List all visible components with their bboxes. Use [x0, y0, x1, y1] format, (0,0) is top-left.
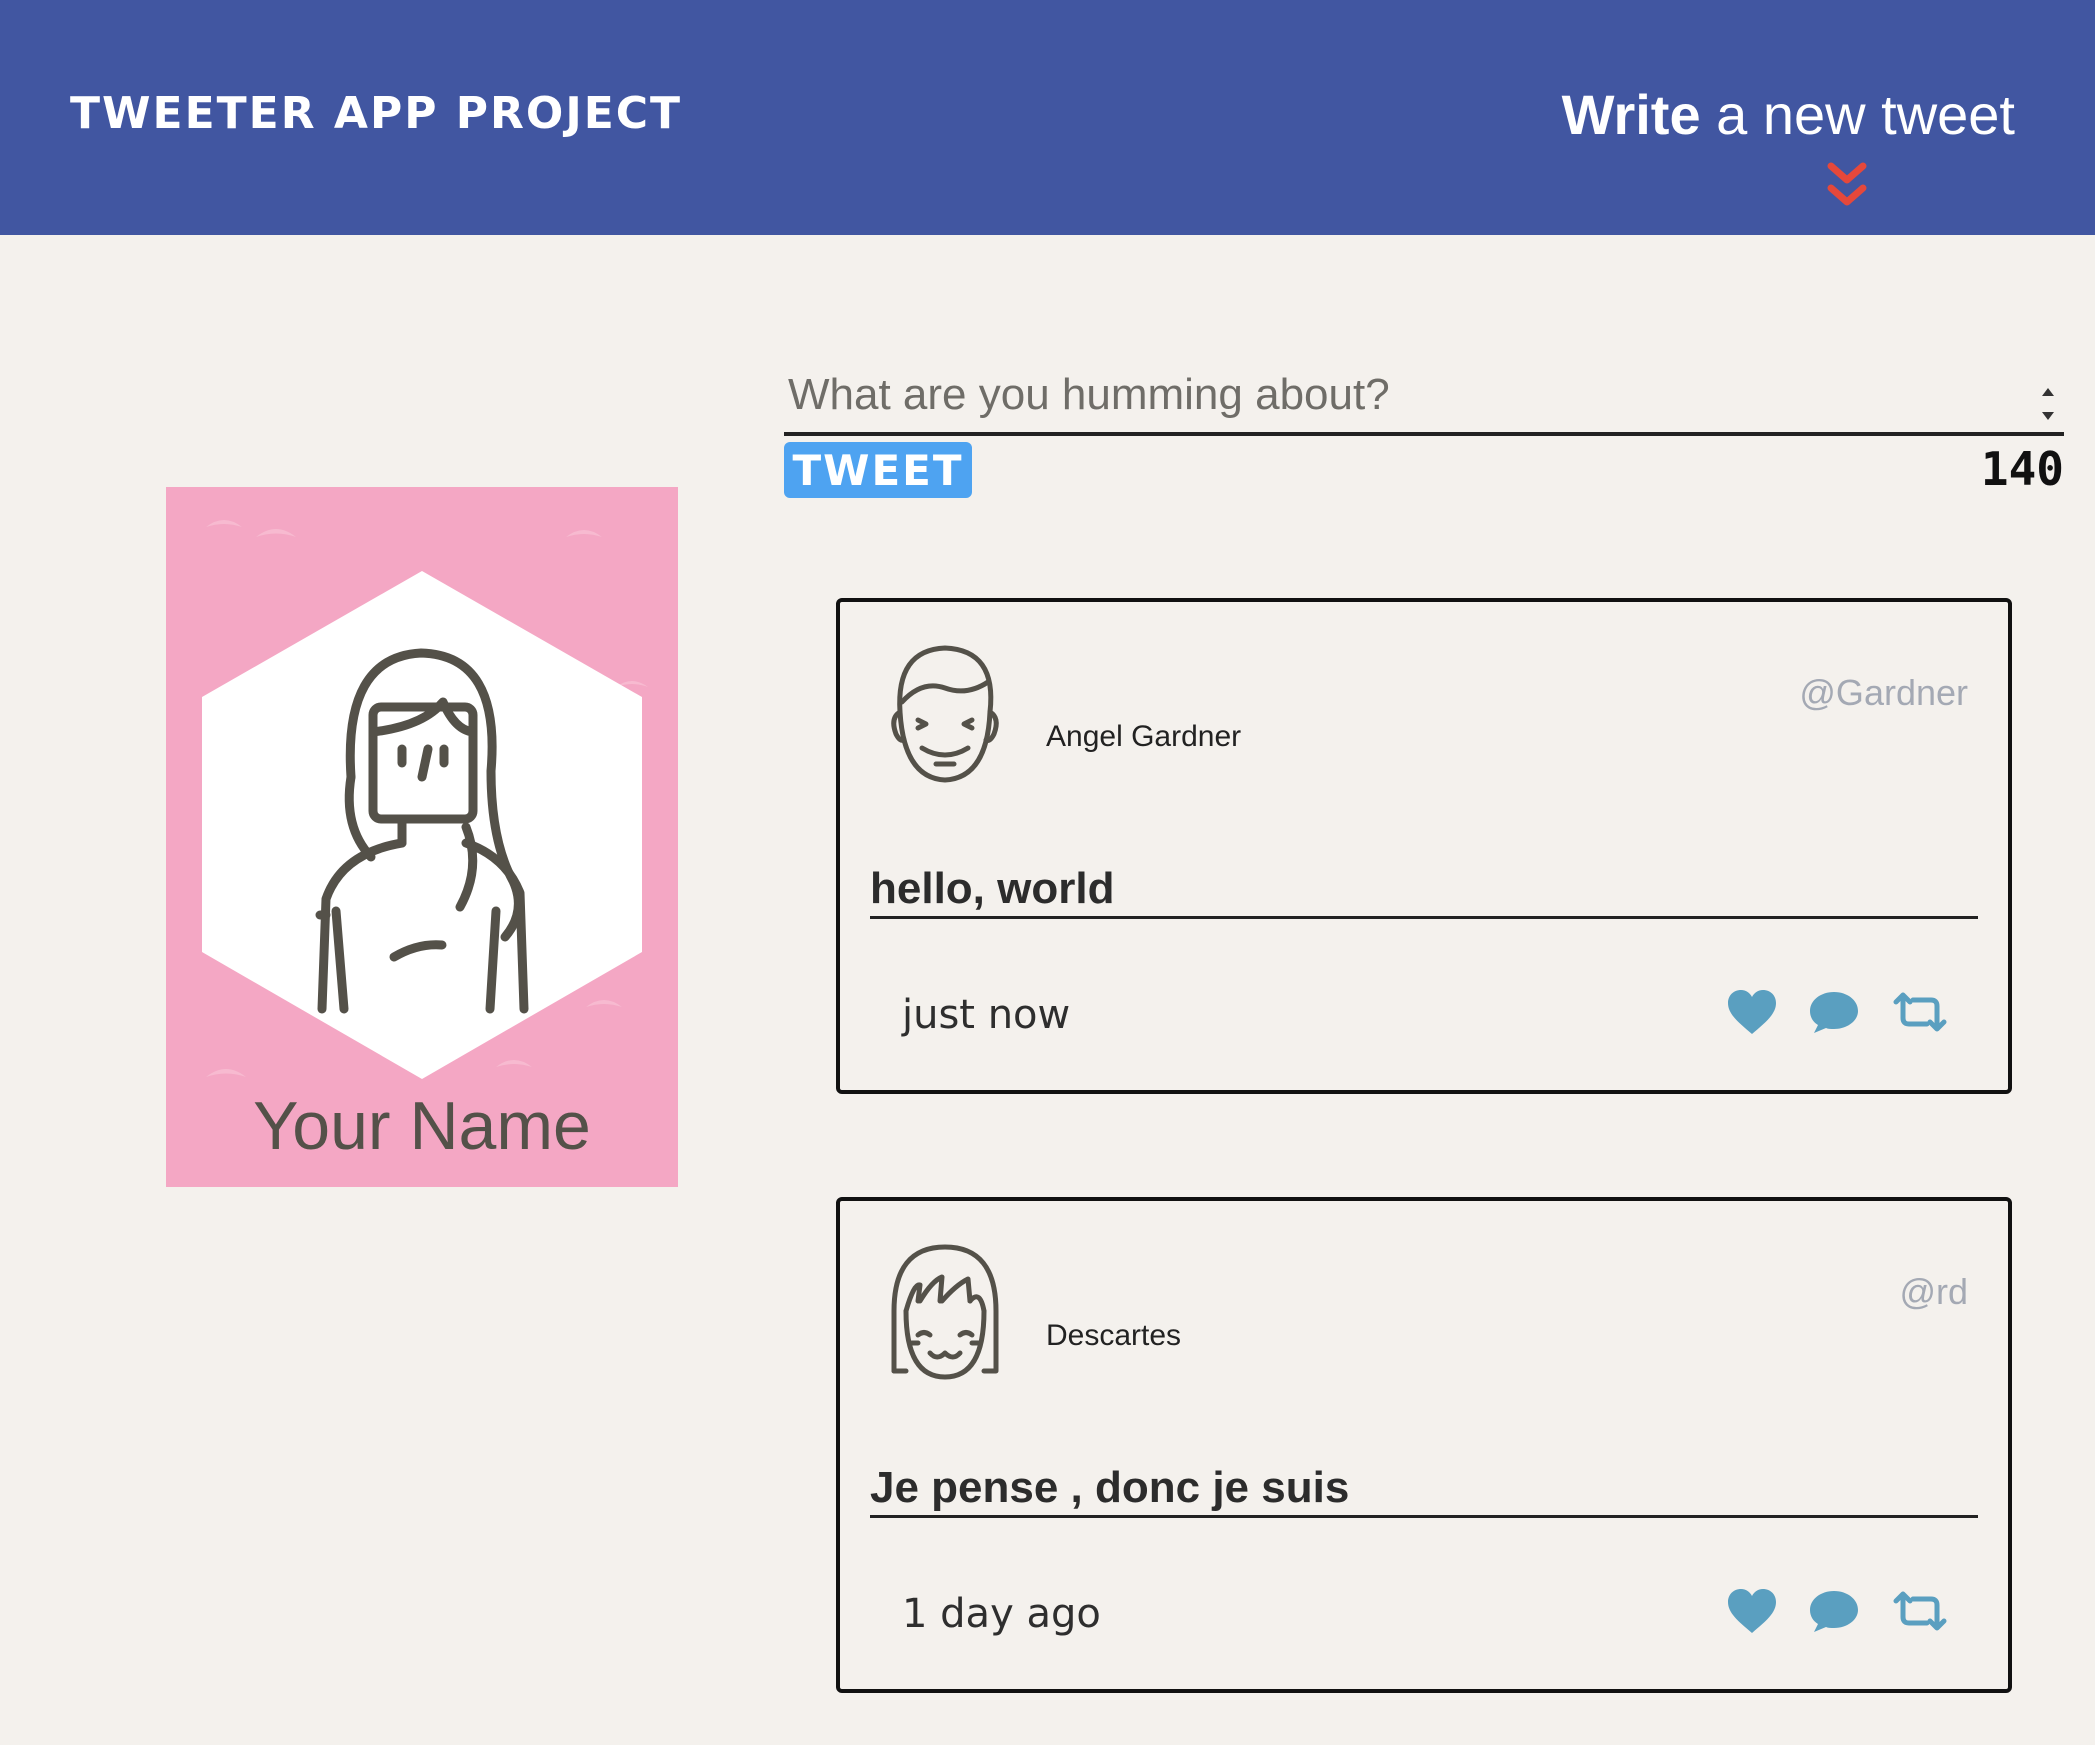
profile-illustration — [202, 520, 648, 1079]
profile-name: Your Name — [253, 1088, 591, 1164]
write-new-tweet-toggle[interactable]: Write a new tweet — [1562, 82, 2015, 147]
tweet-card: Descartes @rd Je pense , donc je suis 1 … — [836, 1197, 2012, 1693]
tweet-timestamp: 1 day ago — [902, 1591, 1101, 1637]
avatar-girl-icon — [891, 1244, 999, 1380]
character-counter: 140 — [1980, 442, 2064, 496]
tweet-card: Angel Gardner @Gardner hello, world just… — [836, 598, 2012, 1094]
tweet-author: Descartes — [1046, 1319, 1182, 1352]
profile-card: Your Name — [166, 487, 678, 1187]
tweet-text: Je pense , donc je suis — [870, 1463, 1978, 1518]
hexagon-frame — [202, 571, 642, 1079]
tweet-text: hello, world — [870, 864, 1978, 919]
tweet-button[interactable]: TWEET — [784, 442, 972, 498]
double-chevron-down-icon[interactable] — [1825, 160, 1869, 210]
brand-title: TWEETER APP PROJECT — [70, 88, 683, 139]
tweet-actions — [1726, 1587, 1950, 1640]
compose-form: TWEET 140 — [784, 370, 2064, 498]
tweet-handle: @Gardner — [1799, 672, 1968, 713]
retweet-icon[interactable] — [1890, 1589, 1950, 1638]
compose-toggle-rest: a new tweet — [1700, 83, 2015, 146]
tweet-author: Angel Gardner — [1046, 720, 1242, 753]
comment-icon[interactable] — [1808, 1588, 1860, 1639]
heart-icon[interactable] — [1726, 988, 1778, 1041]
tweet-timestamp: just now — [902, 992, 1071, 1038]
heart-icon[interactable] — [1726, 1587, 1778, 1640]
top-nav: TWEETER APP PROJECT Write a new tweet — [0, 0, 2095, 235]
tweet-input[interactable] — [784, 370, 2064, 436]
input-resize-icon[interactable] — [2038, 384, 2058, 424]
tweet-handle: @rd — [1899, 1271, 1968, 1312]
avatar-man-icon — [891, 645, 999, 783]
comment-icon[interactable] — [1808, 989, 1860, 1040]
tweet-actions — [1726, 988, 1950, 1041]
compose-toggle-bold: Write — [1561, 83, 1701, 146]
retweet-icon[interactable] — [1890, 990, 1950, 1039]
